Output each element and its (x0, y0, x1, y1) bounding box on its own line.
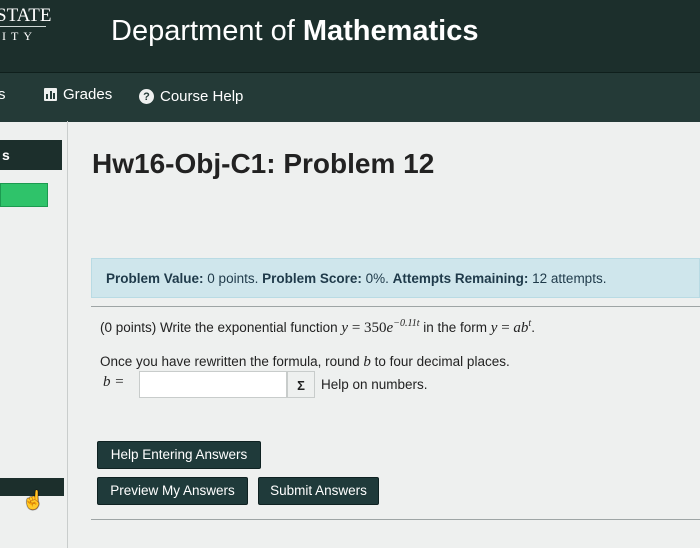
nav-course-help-label: Course Help (160, 88, 244, 105)
sidebar-progress-indicator (0, 183, 48, 207)
score-label: Problem Score: (262, 271, 362, 286)
header-bar: STATE ITY Department of Mathematics (0, 0, 700, 72)
help-on-numbers-link[interactable]: Help on numbers. (321, 377, 428, 392)
problem-info-box: Problem Value: 0 points. Problem Score: … (91, 258, 700, 298)
divider-bottom (91, 519, 700, 520)
func-eq: = 350 (348, 320, 387, 336)
dept-bold: Mathematics (302, 15, 479, 47)
score-text: 0%. (361, 271, 393, 286)
answer-input[interactable] (139, 371, 287, 398)
divider (91, 306, 700, 307)
rounding-instruction: Once you have rewritten the formula, rou… (100, 354, 510, 371)
form-ab: ab (513, 320, 529, 336)
nav-bar: s Grades ? Course Help (0, 72, 700, 122)
func-exponent: −0.11t (393, 318, 420, 329)
target-form: y = abt (491, 318, 531, 336)
nav-item-course-help[interactable]: ? Course Help (139, 88, 243, 105)
page-title: Hw16-Obj-C1: Problem 12 (92, 148, 435, 179)
submit-answers-button[interactable]: Submit Answers (258, 477, 379, 505)
sigma-icon[interactable]: Σ (287, 371, 315, 398)
department-title: Department of Mathematics (111, 15, 479, 48)
hand-cursor-icon: ☝ (22, 490, 45, 510)
problem-statement: (0 points) Write the exponential functio… (100, 318, 535, 337)
nav-item-grades[interactable]: Grades (44, 86, 112, 103)
attempts-label: Attempts Remaining: (392, 271, 529, 286)
sidebar-cut-label: s (2, 147, 10, 163)
value-label: Problem Value: (106, 271, 204, 286)
statement-end: . (531, 320, 535, 335)
question-icon: ? (139, 89, 154, 104)
answer-label: b = (103, 374, 125, 390)
form-eq: = (497, 320, 514, 336)
logo-line2: ITY (2, 29, 37, 43)
nav-item-cut[interactable]: s (0, 86, 6, 103)
help-entering-answers-button[interactable]: Help Entering Answers (97, 441, 261, 469)
round-var: b (363, 354, 371, 370)
university-logo[interactable]: STATE ITY (0, 6, 51, 43)
bar-chart-icon (44, 88, 57, 101)
nav-grades-label: Grades (63, 86, 113, 103)
value-text: 0 points. (203, 271, 263, 286)
round-prefix: Once you have rewritten the formula, rou… (100, 354, 364, 369)
nav-cut-label: s (0, 86, 6, 103)
round-suffix: to four decimal places. (370, 354, 510, 369)
preview-answers-button[interactable]: Preview My Answers (97, 477, 248, 505)
attempts-text: 12 attempts. (528, 271, 607, 286)
statement-prefix: (0 points) Write the exponential functio… (100, 320, 342, 335)
function-expression: y = 350e−0.11t (341, 318, 420, 336)
logo-line1: STATE (0, 6, 51, 27)
sidebar-item-cut[interactable]: s (0, 140, 62, 170)
dept-prefix: Department of (111, 15, 303, 47)
statement-mid: in the form (419, 320, 491, 335)
main-divider (67, 121, 68, 548)
